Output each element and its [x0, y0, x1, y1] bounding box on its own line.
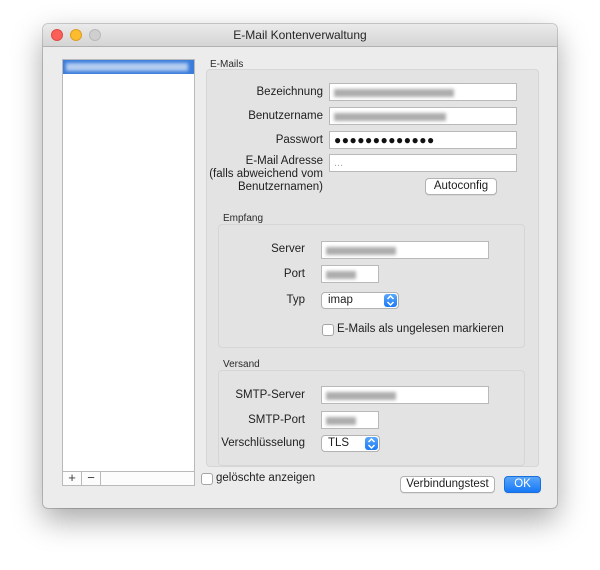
redacted-account-name — [66, 63, 188, 71]
email-address-label-line2: (falls abweichend vom — [209, 168, 323, 180]
incoming-port-field[interactable] — [321, 265, 379, 283]
password-value: ●●●●●●●●●●●●● — [334, 133, 435, 147]
email-address-label-line1: E-Mail Adresse — [245, 155, 323, 167]
popup-arrows-icon — [365, 437, 378, 450]
redacted-smtp-port-value — [326, 417, 356, 425]
show-deleted-checkbox[interactable] — [201, 473, 213, 485]
add-account-button[interactable]: + — [63, 471, 82, 485]
account-list-toolbar: + − — [62, 471, 195, 486]
smtp-port-label: SMTP-Port — [248, 414, 305, 426]
incoming-server-field[interactable] — [321, 241, 489, 259]
smtp-server-field[interactable] — [321, 386, 489, 404]
remove-account-button[interactable]: − — [82, 471, 101, 485]
email-address-field[interactable]: ... — [329, 154, 517, 172]
name-label: Bezeichnung — [256, 86, 324, 98]
title-bar: E-Mail Kontenverwaltung — [43, 24, 557, 47]
redacted-username-value — [334, 113, 446, 121]
redacted-port-value — [326, 271, 356, 279]
type-value: imap — [328, 294, 353, 306]
server-label: Server — [271, 243, 305, 255]
encryption-label: Verschlüsselung — [221, 437, 305, 449]
redacted-smtp-server-value — [326, 392, 396, 400]
username-field[interactable] — [329, 107, 517, 125]
window-title: E-Mail Kontenverwaltung — [233, 28, 367, 42]
mark-unread-label: E-Mails als ungelesen markieren — [337, 323, 504, 335]
email-address-placeholder: ... — [334, 157, 344, 169]
redacted-name-value — [334, 89, 454, 97]
smtp-server-label: SMTP-Server — [235, 389, 305, 401]
connection-test-button[interactable]: Verbindungstest — [400, 476, 495, 493]
type-popup[interactable]: imap — [321, 292, 399, 309]
ok-button[interactable]: OK — [504, 476, 541, 493]
email-address-label: E-Mail Adresse (falls abweichend vom Ben… — [206, 155, 323, 194]
show-deleted-label: gelöschte anzeigen — [216, 472, 316, 484]
encryption-value: TLS — [328, 437, 350, 449]
username-label: Benutzername — [248, 110, 323, 122]
popup-arrows-icon — [384, 294, 397, 307]
name-field[interactable] — [329, 83, 517, 101]
account-list[interactable] — [62, 59, 195, 472]
autoconfig-button[interactable]: Autoconfig — [425, 178, 497, 195]
port-label: Port — [283, 268, 305, 280]
account-list-item-selected[interactable] — [63, 60, 194, 74]
outgoing-section-label: Versand — [223, 359, 260, 370]
incoming-section-label: Empfang — [223, 213, 264, 224]
email-address-label-line3: Benutzernamen) — [237, 181, 323, 193]
mark-unread-checkbox[interactable] — [322, 324, 334, 336]
password-label: Passwort — [275, 134, 323, 146]
encryption-popup[interactable]: TLS — [321, 435, 380, 452]
redacted-server-value — [326, 247, 396, 255]
type-label: Typ — [286, 294, 305, 306]
password-field[interactable]: ●●●●●●●●●●●●● — [329, 131, 517, 149]
smtp-port-field[interactable] — [321, 411, 379, 429]
email-account-window: E-Mail Kontenverwaltung + − E-Mails Beze… — [43, 24, 557, 508]
